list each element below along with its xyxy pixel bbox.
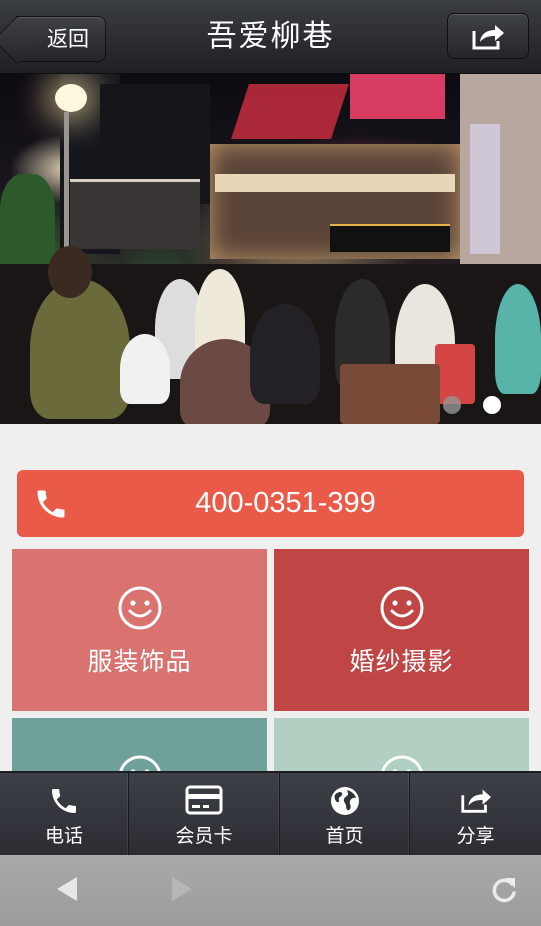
nav-label: 分享 bbox=[456, 825, 495, 847]
back-button-label: 返回 bbox=[47, 27, 89, 51]
smiley-icon bbox=[380, 586, 423, 630]
refresh-icon[interactable] bbox=[490, 875, 518, 905]
share-button[interactable] bbox=[447, 13, 529, 59]
share-icon bbox=[472, 25, 504, 50]
smiley-icon bbox=[118, 755, 161, 771]
smiley-icon bbox=[380, 755, 423, 771]
nav-item-home[interactable]: 首页 bbox=[280, 773, 410, 857]
page-title: 吾爱柳巷 bbox=[206, 19, 335, 54]
header-bar: 返回 吾爱柳巷 bbox=[0, 0, 541, 74]
tile-label: 婚纱摄影 bbox=[349, 647, 454, 676]
browser-toolbar bbox=[0, 855, 541, 926]
tile-label: 服装饰品 bbox=[87, 647, 192, 676]
banner-carousel[interactable] bbox=[0, 74, 541, 424]
phone-call-bar[interactable]: 400-0351-399 bbox=[17, 470, 524, 537]
globe-icon bbox=[330, 787, 359, 815]
phone-icon bbox=[52, 789, 76, 813]
nav-label: 首页 bbox=[325, 825, 364, 847]
tile-wedding-photography[interactable]: 婚纱摄影 bbox=[274, 549, 529, 711]
tile-item-4[interactable] bbox=[274, 718, 529, 771]
nav-label: 会员卡 bbox=[175, 825, 233, 847]
carousel-dot[interactable] bbox=[443, 396, 461, 414]
smiley-icon bbox=[118, 586, 161, 630]
carousel-indicators bbox=[443, 396, 501, 414]
triangle-right-icon[interactable] bbox=[170, 875, 194, 903]
nav-item-member-card[interactable]: 会员卡 bbox=[129, 773, 280, 857]
share-icon bbox=[460, 789, 491, 813]
back-button[interactable]: 返回 bbox=[16, 16, 106, 62]
nav-label: 电话 bbox=[44, 825, 83, 847]
card-icon bbox=[185, 785, 223, 815]
tile-item-3[interactable] bbox=[12, 718, 267, 771]
tile-clothing-accessories[interactable]: 服装饰品 bbox=[12, 549, 267, 711]
triangle-left-icon[interactable] bbox=[55, 875, 79, 903]
nav-item-phone[interactable]: 电话 bbox=[0, 773, 129, 857]
carousel-dot-active[interactable] bbox=[483, 396, 501, 414]
bottom-nav: 电话 会员卡 首页 分享 bbox=[0, 771, 541, 857]
nav-item-share[interactable]: 分享 bbox=[410, 773, 541, 857]
phone-number: 400-0351-399 bbox=[195, 487, 376, 519]
